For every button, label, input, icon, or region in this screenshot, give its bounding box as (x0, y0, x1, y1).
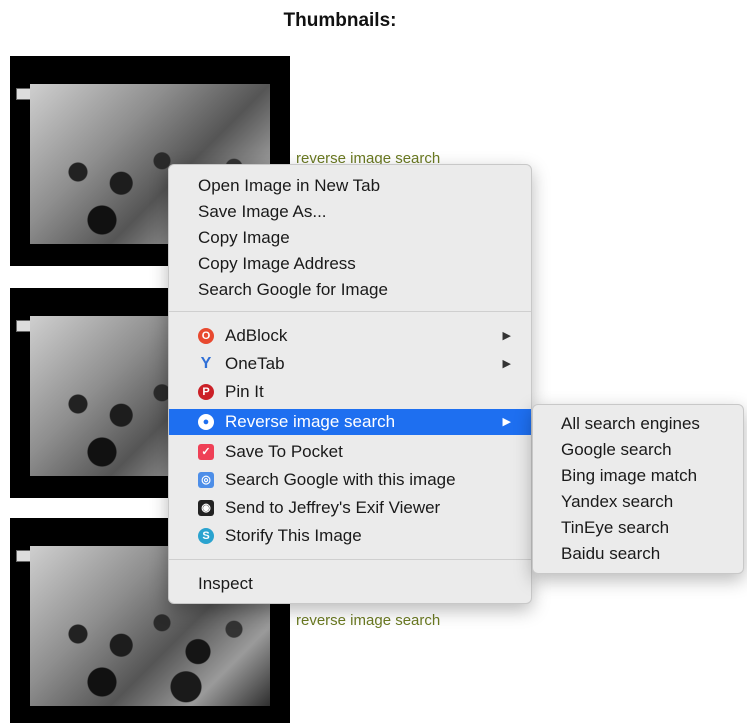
menu-item-label: Save To Pocket (225, 442, 343, 461)
menu-item-save-to-pocket[interactable]: ✓ Save To Pocket (169, 439, 531, 465)
menu-separator (169, 559, 531, 560)
menu-item-label: Search Google with this image (225, 470, 456, 489)
menu-item-reverse-image-search[interactable]: ● Reverse image search ▶ (169, 409, 531, 435)
menu-item-label: Open Image in New Tab (198, 176, 381, 195)
menu-item-label: Pin It (225, 382, 264, 401)
menu-item-inspect[interactable]: Inspect (169, 571, 531, 597)
onetab-icon: Y (200, 355, 212, 372)
camera-icon: ◎ (198, 472, 214, 488)
reverse-image-search-link[interactable]: reverse image search (296, 612, 440, 629)
menu-item-search-google-with-image[interactable]: ◎ Search Google with this image (169, 467, 531, 493)
submenu-item-yandex-search[interactable]: Yandex search (533, 489, 743, 515)
thumbnails-heading: Thumbnails: (283, 10, 397, 31)
menu-item-storify-image[interactable]: S Storify This Image (169, 523, 531, 549)
submenu-item-google-search[interactable]: Google search (533, 437, 743, 463)
submenu-item-label: All search engines (561, 414, 700, 433)
menu-item-label: Save Image As... (198, 202, 327, 221)
context-menu: Open Image in New Tab Save Image As... C… (168, 164, 532, 604)
exif-camera-icon: ◉ (198, 500, 214, 516)
menu-item-onetab[interactable]: Y OneTab ▶ (169, 351, 531, 377)
menu-item-pin-it[interactable]: P Pin It (169, 379, 531, 405)
submenu-item-tineye-search[interactable]: TinEye search (533, 515, 743, 541)
submenu-item-all-search-engines[interactable]: All search engines (533, 411, 743, 437)
submenu-arrow-icon: ▶ (502, 416, 511, 428)
menu-item-open-image-new-tab[interactable]: Open Image in New Tab (169, 173, 531, 199)
submenu-item-baidu-search[interactable]: Baidu search (533, 541, 743, 567)
submenu-arrow-icon: ▶ (502, 330, 511, 342)
submenu-item-label: Yandex search (561, 492, 674, 511)
storify-icon: S (198, 528, 214, 544)
menu-separator (169, 311, 531, 312)
menu-item-search-google-for-image[interactable]: Search Google for Image (169, 277, 531, 303)
menu-item-label: Send to Jeffrey's Exif Viewer (225, 498, 441, 517)
submenu-item-label: TinEye search (561, 518, 670, 537)
menu-item-adblock[interactable]: O AdBlock ▶ (169, 323, 531, 349)
submenu-item-label: Baidu search (561, 544, 661, 563)
menu-item-label: Inspect (198, 574, 253, 593)
reverse-search-icon: ● (198, 414, 214, 430)
menu-item-label: Storify This Image (225, 526, 362, 545)
menu-item-label: Search Google for Image (198, 280, 388, 299)
menu-item-label: Copy Image Address (198, 254, 356, 273)
submenu-arrow-icon: ▶ (502, 358, 511, 370)
submenu-item-label: Google search (561, 440, 672, 459)
pocket-icon: ✓ (198, 444, 214, 460)
menu-item-label: Reverse image search (225, 412, 396, 431)
pinterest-icon: P (198, 384, 214, 400)
menu-item-save-image-as[interactable]: Save Image As... (169, 199, 531, 225)
reverse-search-submenu: All search engines Google search Bing im… (532, 404, 744, 574)
menu-item-copy-image[interactable]: Copy Image (169, 225, 531, 251)
menu-item-copy-image-address[interactable]: Copy Image Address (169, 251, 531, 277)
menu-item-send-to-exif-viewer[interactable]: ◉ Send to Jeffrey's Exif Viewer (169, 495, 531, 521)
menu-item-label: AdBlock (225, 326, 288, 345)
submenu-item-label: Bing image match (561, 466, 698, 485)
submenu-item-bing-image-match[interactable]: Bing image match (533, 463, 743, 489)
menu-item-label: Copy Image (198, 228, 290, 247)
adblock-icon: O (198, 328, 214, 344)
menu-item-label: OneTab (225, 354, 285, 373)
